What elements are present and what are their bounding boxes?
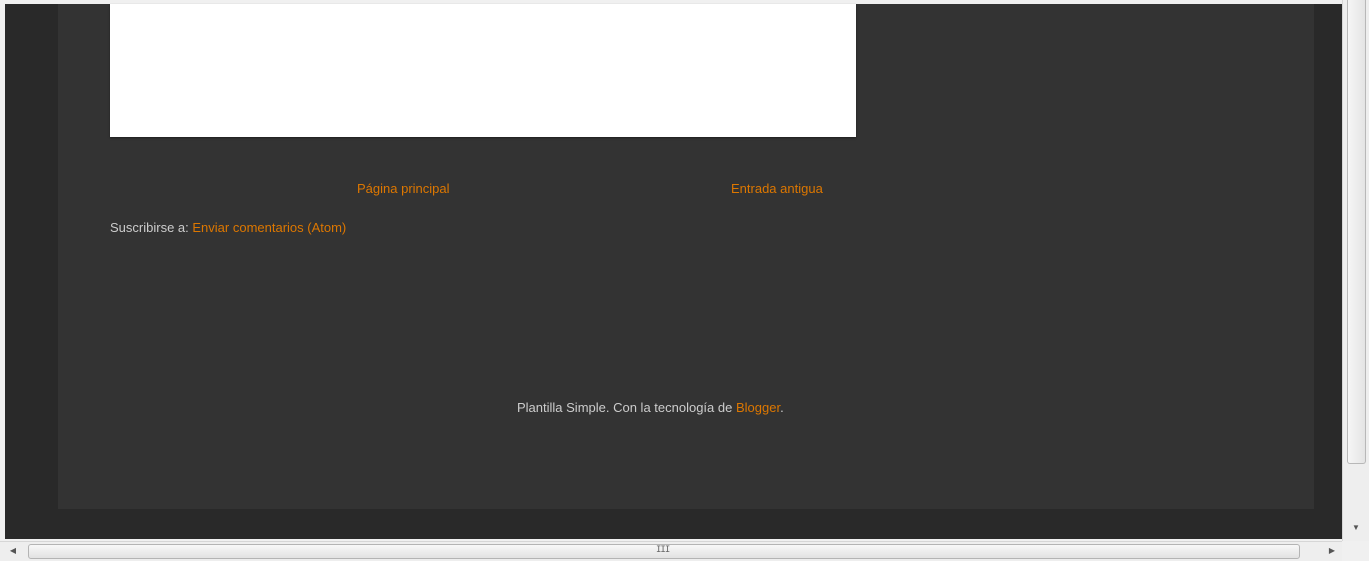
horizontal-scrollbar[interactable]: ◀ III ▶	[0, 541, 1369, 561]
scroll-down-arrow-icon[interactable]: ▼	[1350, 522, 1362, 534]
atom-feed-link[interactable]: Enviar comentarios (Atom)	[192, 220, 346, 235]
home-page-link[interactable]: Página principal	[357, 181, 450, 196]
footer-attribution: Plantilla Simple. Con la tecnología de B…	[517, 400, 784, 415]
subscribe-line: Suscribirse a: Enviar comentarios (Atom)	[110, 220, 346, 235]
post-body	[110, 4, 856, 137]
attribution-text: Plantilla Simple. Con la tecnología de	[517, 400, 733, 415]
scroll-right-arrow-icon[interactable]: ▶	[1326, 545, 1338, 557]
vertical-scroll-thumb[interactable]	[1347, 0, 1366, 464]
scroll-left-arrow-icon[interactable]: ◀	[7, 545, 19, 557]
blogger-link[interactable]: Blogger	[736, 400, 780, 415]
older-post-link[interactable]: Entrada antigua	[731, 181, 823, 196]
subscribe-prefix: Suscribirse a:	[110, 220, 189, 235]
vertical-scrollbar[interactable]: ▼	[1342, 0, 1369, 541]
attribution-suffix: .	[780, 400, 784, 415]
scrollbar-corner	[1342, 541, 1369, 561]
browser-viewport: Página principal Entrada antigua Suscrib…	[0, 0, 1369, 561]
scroll-grip-icon: III	[656, 545, 670, 555]
